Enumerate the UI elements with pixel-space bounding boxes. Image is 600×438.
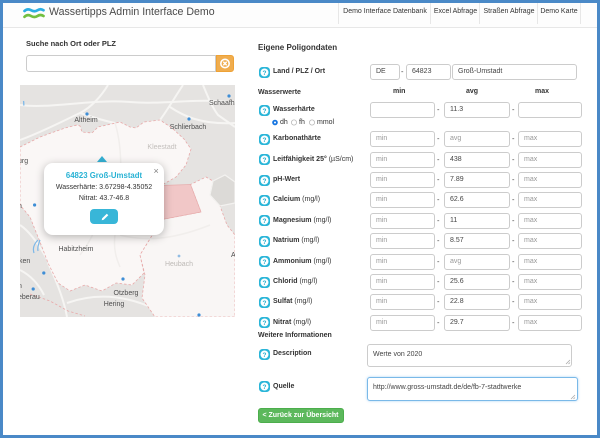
svg-text:?: ? (263, 70, 267, 77)
svg-text:ken: ken (20, 258, 30, 265)
svg-text:?: ? (263, 352, 267, 359)
svg-text:Hering: Hering (104, 301, 125, 308)
svg-text:Habitzheim: Habitzheim (58, 246, 93, 253)
svg-text:?: ? (263, 108, 267, 115)
svg-text:urg: urg (20, 158, 28, 165)
svg-text:?: ? (263, 384, 267, 391)
svg-text:Heubach: Heubach (165, 261, 193, 268)
svg-text:?: ? (263, 259, 267, 266)
svg-text:n: n (20, 283, 22, 290)
svg-text:A: A (231, 252, 235, 259)
svg-text:?: ? (263, 239, 267, 246)
svg-text:?: ? (263, 300, 267, 307)
svg-text:?: ? (263, 157, 267, 164)
svg-text:?: ? (263, 320, 267, 327)
svg-text:Altheim: Altheim (74, 117, 98, 124)
svg-text:Otzberg: Otzberg (114, 290, 139, 297)
svg-text:?: ? (263, 280, 267, 287)
svg-text:?: ? (263, 137, 267, 144)
svg-text:?: ? (263, 198, 267, 205)
svg-text:?: ? (263, 218, 267, 225)
svg-text:Schaafhe: Schaafhe (209, 100, 235, 107)
svg-text:Schlierbach: Schlierbach (170, 124, 207, 131)
svg-text:eberau: eberau (20, 294, 40, 301)
svg-text:Kleestadt: Kleestadt (147, 144, 176, 151)
svg-text:?: ? (263, 178, 267, 185)
svg-text:n: n (20, 203, 22, 210)
